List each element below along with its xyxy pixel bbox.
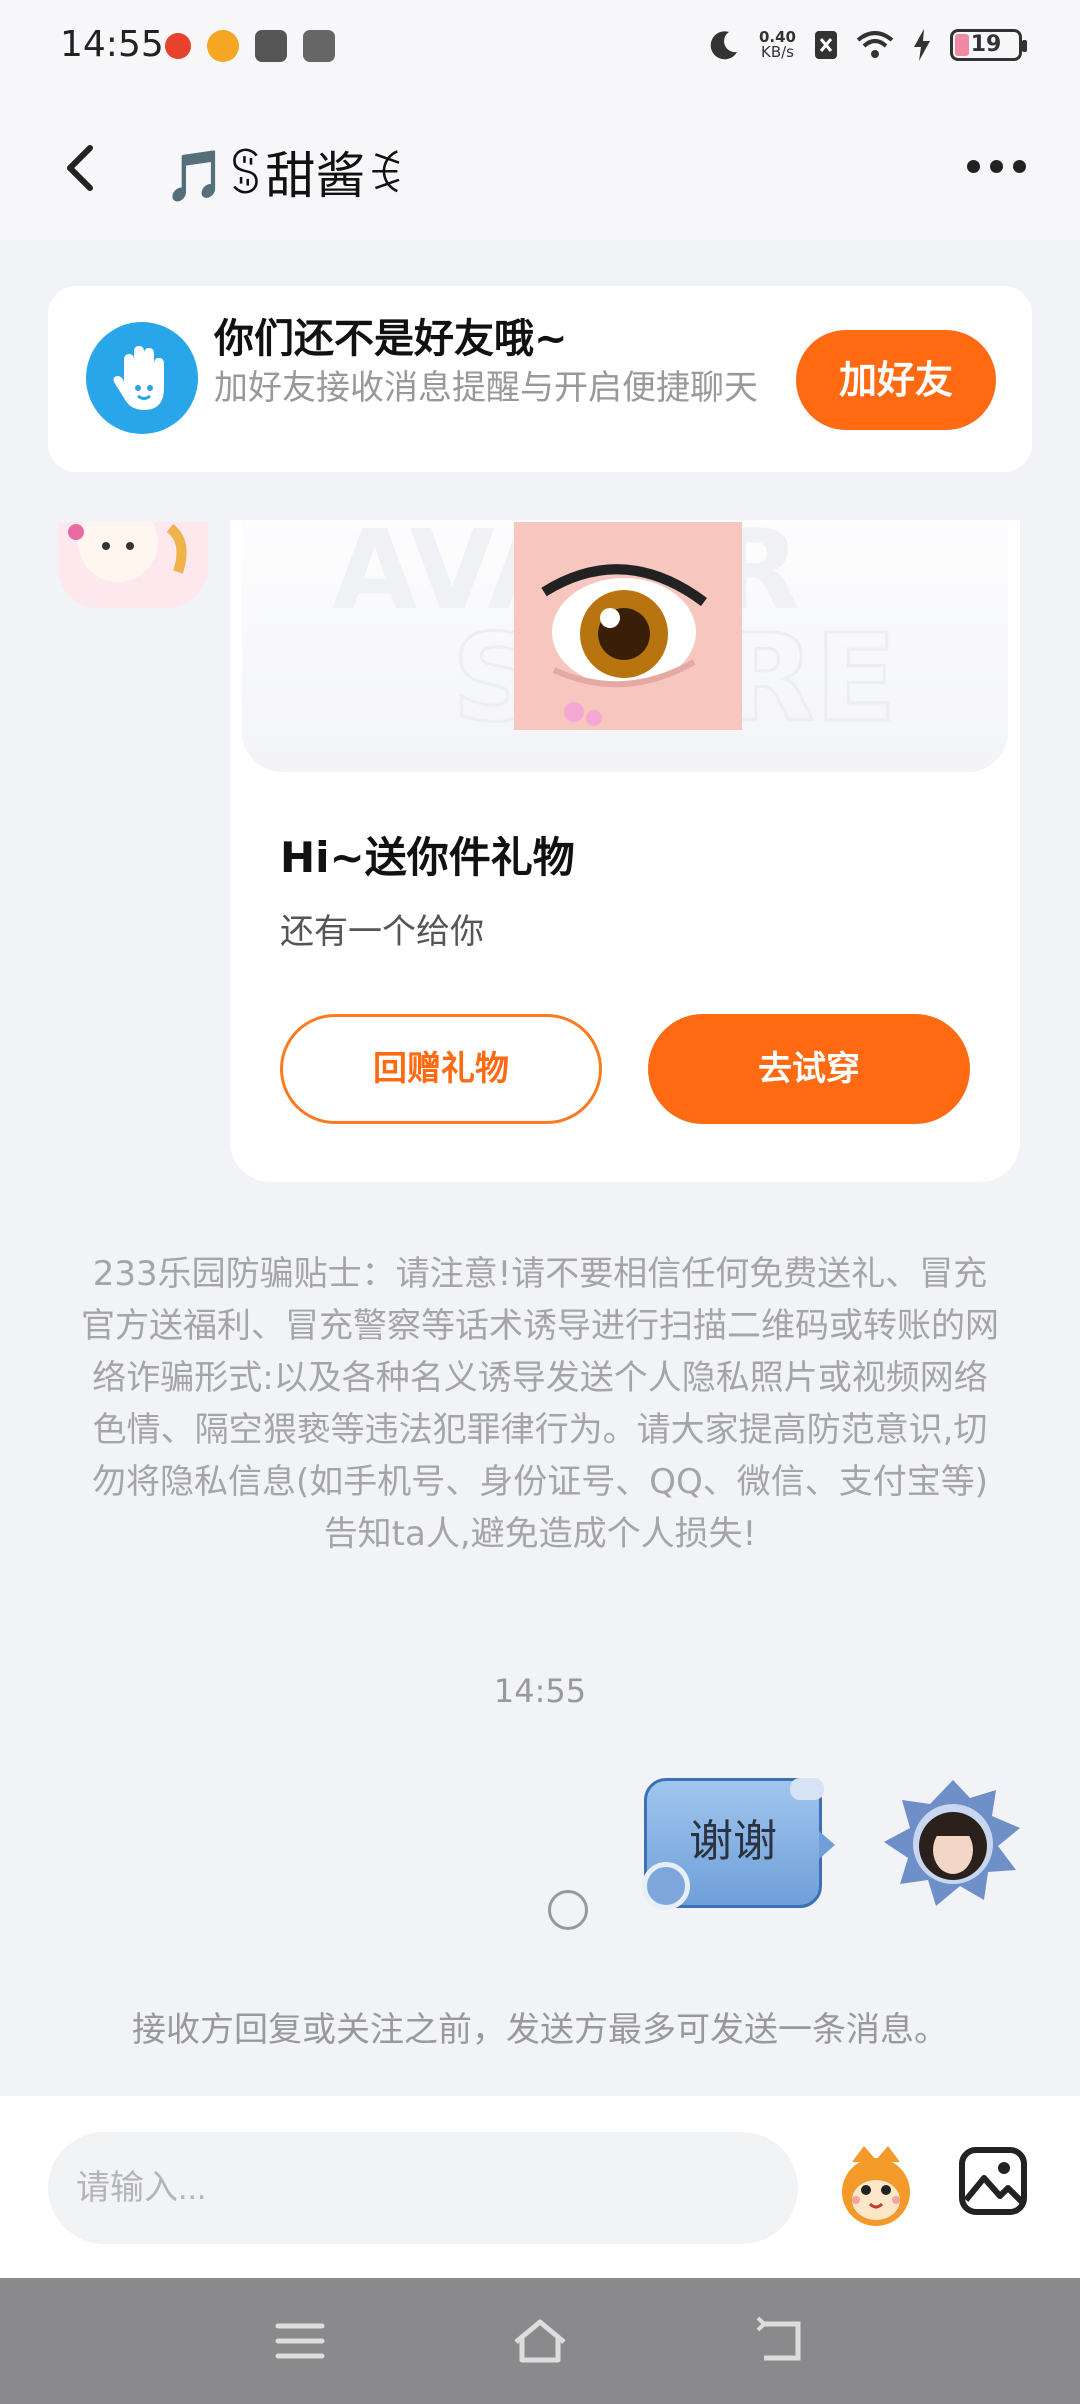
net-speed-unit: KB/s [760,43,794,61]
message-limit-note: 接收方回复或关注之前，发送方最多可发送一条消息。 [132,2010,948,2050]
anti-fraud-notice: 233乐园防骗贴士：请注意!请不要相信任何免费送礼、冒充官方送福利、冒充警察等话… [81,1254,999,1554]
chat-title: 🎵ꌚ甜酱ꉂ [164,147,405,205]
battery-fill [955,34,969,56]
emoji-button[interactable] [832,2142,920,2230]
sending-status-icon [548,1890,588,1930]
friend-banner-subtitle: 加好友接收消息提醒与开启便捷聊天 [214,368,758,408]
gift-item-image [514,522,742,730]
gift-subtitle: 还有一个给你 [280,912,484,952]
wave-hand-icon [86,322,198,434]
message-input[interactable] [48,2132,798,2244]
dot-icon [966,159,980,173]
return-gift-button[interactable]: 回赠礼物 [280,1014,602,1124]
system-nav-bar [0,2278,1080,2404]
emoji-mascot-icon [842,2146,910,2226]
mail-icon [255,30,287,62]
menu-icon [275,2323,325,2359]
gift-title: Hi~送你件礼物 [280,833,575,882]
gift-preview[interactable]: AVATAR STORE [242,520,1008,772]
back-arrow-icon [756,2316,801,2361]
home-icon [514,2319,566,2363]
dot-icon [989,159,1003,173]
try-on-button[interactable]: 去试穿 [648,1014,970,1124]
wifi-icon [856,31,894,58]
add-friend-button[interactable]: 加好友 [796,330,996,430]
vivo-icon [303,30,335,62]
friend-banner-title: 你们还不是好友哦~ [214,316,568,362]
menu-nav-button[interactable] [270,2316,330,2366]
chevron-left-icon [67,145,93,191]
image-icon [959,2147,1027,2215]
input-bar [0,2096,1080,2278]
net-speed: 0.40 KB/s [759,30,796,60]
no-sim-icon [815,31,837,59]
weibo-red-icon [165,33,191,59]
sender-avatar[interactable] [58,522,208,608]
back-nav-button[interactable] [750,2316,810,2366]
home-nav-button[interactable] [510,2316,570,2366]
battery-level: 19 [970,32,1002,57]
gift-card: AVATAR STORE Hi~送你件礼物 还有一个给你 回赠礼物 去试穿 [230,520,1020,1182]
friend-banner: 你们还不是好友哦~ 加好友接收消息提醒与开启便捷聊天 加好友 [48,286,1032,472]
moon-icon [710,31,737,60]
bubble-decoration [642,1862,690,1910]
weibo-icon [207,30,239,62]
bubble-decoration [790,1778,824,1800]
chat-header: 🎵ꌚ甜酱ꉂ [0,96,1080,240]
back-button[interactable] [52,138,112,198]
more-options-button[interactable] [956,146,1036,186]
battery-indicator: 19 [950,29,1027,61]
status-bar: 14:55 0.40 KB/s 19 [0,0,1080,96]
charging-icon [914,29,930,61]
my-avatar[interactable] [880,1780,1026,1908]
message-timestamp: 14:55 [493,1672,587,1710]
notification-icons [165,30,335,62]
status-right: 0.40 KB/s 19 [707,28,1027,62]
status-time: 14:55 [60,24,164,65]
image-button[interactable] [958,2146,1028,2216]
dot-icon [1012,159,1026,173]
